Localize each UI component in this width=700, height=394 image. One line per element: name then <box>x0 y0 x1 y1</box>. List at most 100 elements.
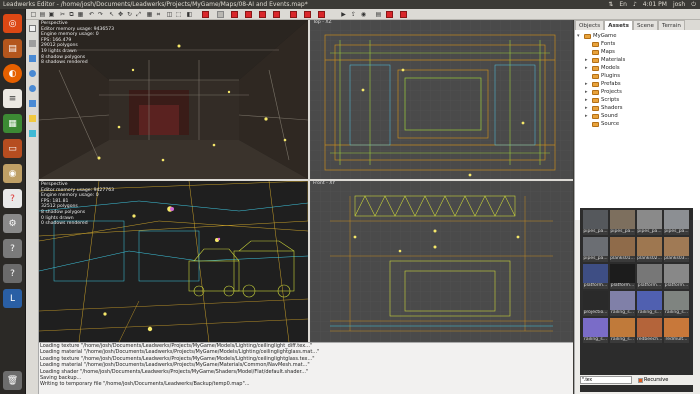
expand-arrow-icon[interactable]: ▸ <box>585 104 590 112</box>
calc-icon[interactable]: ▦ <box>3 114 22 133</box>
tree-item-sound[interactable]: ▸ Sound <box>585 112 618 120</box>
tab-scene[interactable]: Scene <box>632 20 658 30</box>
firefox-icon[interactable]: ◐ <box>3 64 22 83</box>
system-icon[interactable]: ? <box>3 264 22 283</box>
tree-item-fonts[interactable]: Fonts <box>585 40 615 48</box>
tree-item-models[interactable]: ▸ Models <box>585 64 620 72</box>
play-icon[interactable]: ▶ <box>340 11 347 18</box>
recursive-toggle[interactable]: Recursive <box>638 377 668 383</box>
navmesh-toggle-icon[interactable] <box>217 11 224 18</box>
asset-thumbnail[interactable]: redbeech... <box>637 318 662 343</box>
grid-icon[interactable]: ▦ <box>146 11 153 18</box>
terminal-icon[interactable]: ? <box>3 239 22 258</box>
paste-icon[interactable]: ▦ <box>77 11 84 18</box>
settings-icon[interactable]: ⚙ <box>3 214 22 233</box>
asset-thumbnail[interactable]: railing_s... <box>610 318 635 343</box>
asset-thumbnail[interactable]: pipes_pa... <box>583 237 608 262</box>
viewmode-icon[interactable]: ◫ <box>166 11 173 18</box>
texture-lock-icon[interactable]: ▤ <box>375 11 382 18</box>
asset-thumbnail[interactable]: planks01... <box>610 237 635 262</box>
perspective-viewport[interactable]: Perspective Editor memory usage: 9436573… <box>39 20 308 179</box>
rotate-icon[interactable]: ↻ <box>126 11 133 18</box>
network-icon[interactable]: ⇅ <box>608 0 613 9</box>
tree-item-plugins[interactable]: Plugins <box>585 72 620 80</box>
volume-icon[interactable]: ♪ <box>633 0 637 9</box>
undo-icon[interactable]: ↶ <box>88 11 95 18</box>
cone-tool-icon[interactable] <box>29 100 36 107</box>
particles-visible-icon[interactable] <box>318 11 325 18</box>
clock[interactable]: 4:01 PM <box>643 0 667 9</box>
writer-icon[interactable]: ≡ <box>3 89 22 108</box>
asset-thumbnail[interactable]: pipes_pa... <box>610 210 635 235</box>
light-tool-icon[interactable] <box>29 115 36 122</box>
asset-thumbnail[interactable]: planks02... <box>637 237 662 262</box>
screenshot-icon[interactable]: ◉ <box>360 11 367 18</box>
filter-input[interactable] <box>580 376 632 384</box>
tree-item-maps[interactable]: Maps <box>585 48 615 56</box>
expand-arrow-icon[interactable]: ▸ <box>585 112 590 120</box>
tab-terrain[interactable]: Terrain <box>658 20 685 30</box>
wireframe-viewport[interactable]: Perspective Editor memory usage: 9427763… <box>39 181 308 342</box>
tree-item-prefabs[interactable]: ▸ Prefabs <box>585 80 621 88</box>
box-tool-icon[interactable] <box>29 40 36 47</box>
tree-item-scripts[interactable]: ▸ Scripts <box>585 96 619 104</box>
power-icon[interactable]: ⏻ <box>691 0 696 9</box>
render-option-icon[interactable] <box>386 11 393 18</box>
camera-visible-icon[interactable] <box>290 11 297 18</box>
tree-item-shaders[interactable]: ▸ Shaders <box>585 104 623 112</box>
expand-arrow-icon[interactable]: ▸ <box>585 56 590 64</box>
tree-item-materials[interactable]: ▸ Materials <box>585 56 625 64</box>
asset-thumbnail[interactable]: railing_s... <box>664 291 689 316</box>
publish-icon[interactable]: ⇪ <box>350 11 357 18</box>
scale-icon[interactable]: ⤢ <box>135 11 142 18</box>
cut-icon[interactable]: ✂ <box>59 11 66 18</box>
asset-thumbnail[interactable]: railing_s... <box>610 291 635 316</box>
top-viewport[interactable]: Top - XZ <box>310 20 573 179</box>
render-option-2-icon[interactable] <box>400 11 407 18</box>
tree-item-projects[interactable]: ▸ Projects <box>585 88 622 96</box>
asset-thumbnail[interactable]: platform... <box>583 264 608 289</box>
tree-item-source[interactable]: Source <box>585 120 619 128</box>
trash-icon[interactable]: 🗑 <box>3 371 22 390</box>
snap-icon[interactable]: ⌗ <box>155 11 162 18</box>
wireframe-icon[interactable]: ⬚ <box>175 11 182 18</box>
tab-assets[interactable]: Assets <box>604 20 633 30</box>
help-icon[interactable]: ? <box>3 189 22 208</box>
impress-icon[interactable]: ▭ <box>3 139 22 158</box>
expand-arrow-icon[interactable]: ▸ <box>585 80 590 88</box>
camera-tool-icon[interactable] <box>29 130 36 137</box>
save-icon[interactable]: ▣ <box>48 11 55 18</box>
asset-thumbnail[interactable]: railing_s... <box>583 318 608 343</box>
light-visible-icon[interactable] <box>259 11 266 18</box>
asset-thumbnail[interactable]: platform... <box>664 264 689 289</box>
shading-icon[interactable]: ◧ <box>186 11 193 18</box>
expand-arrow-icon[interactable]: ▸ <box>585 88 590 96</box>
front-viewport[interactable]: Front - XY <box>310 181 573 342</box>
wedge-tool-icon[interactable] <box>29 55 36 62</box>
user-name[interactable]: josh <box>673 0 685 9</box>
physics-toggle-icon[interactable] <box>202 11 209 18</box>
asset-thumbnail[interactable]: pipes_pa... <box>637 210 662 235</box>
software-center-icon[interactable]: ◉ <box>3 164 22 183</box>
tree-item-mygame[interactable]: ▾ MyGame <box>577 32 616 40</box>
asset-thumbnail[interactable]: redmult... <box>664 318 689 343</box>
select-mode-icon[interactable]: ↖ <box>108 11 115 18</box>
keyboard-icon[interactable]: En <box>619 0 627 9</box>
expand-arrow-icon[interactable]: ▸ <box>585 64 590 72</box>
asset-thumbnail[interactable]: railing_s... <box>637 291 662 316</box>
ubuntu-logo-icon[interactable]: ◎ <box>3 14 22 33</box>
expand-arrow-icon[interactable]: ▾ <box>577 32 582 40</box>
copy-icon[interactable]: ⧉ <box>68 11 75 18</box>
asset-thumbnail[interactable]: pipes_pa... <box>664 210 689 235</box>
tab-objects[interactable]: Objects <box>575 20 605 30</box>
asset-thumbnail[interactable]: pipes_pa... <box>583 210 608 235</box>
output-console[interactable]: Loading texture "/home/josh/Documents/Le… <box>39 342 573 394</box>
move-icon[interactable]: ✥ <box>117 11 124 18</box>
asset-thumbnail[interactable]: planks03... <box>664 237 689 262</box>
expand-arrow-icon[interactable]: ▸ <box>585 96 590 104</box>
sphere-tool-icon[interactable] <box>29 85 36 92</box>
script-visible-icon[interactable] <box>304 11 311 18</box>
recursive-checkbox[interactable] <box>638 377 643 383</box>
asset-thumbnail[interactable]: platform... <box>610 264 635 289</box>
model-visible-icon[interactable] <box>245 11 252 18</box>
